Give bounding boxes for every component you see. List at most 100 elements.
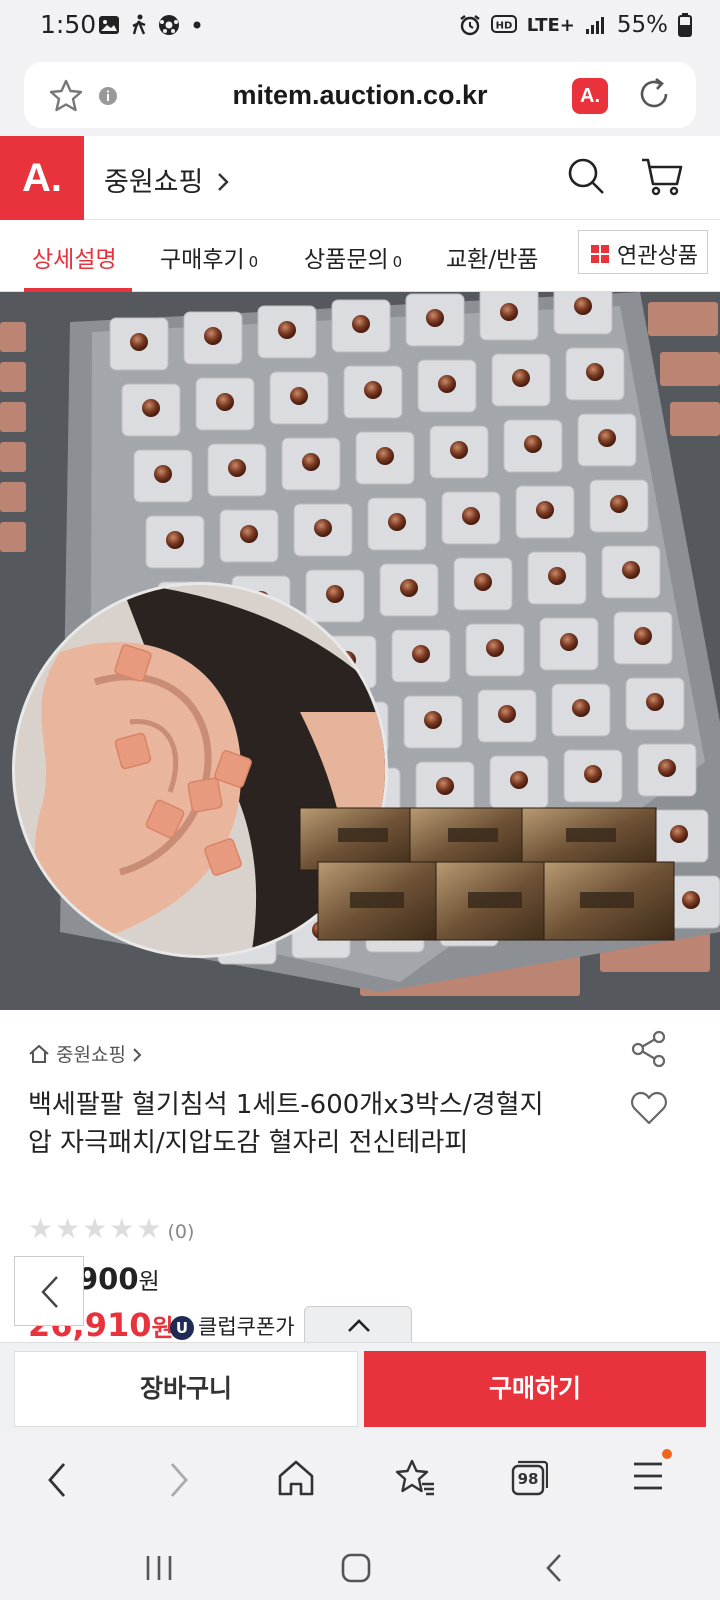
acupressure-bead — [584, 765, 602, 783]
acupressure-bead — [634, 627, 652, 645]
site-header: A. 중원쇼핑 — [0, 136, 720, 220]
recent-apps-icon[interactable] — [144, 1554, 174, 1582]
acupressure-bead — [412, 645, 430, 663]
tab-inquiries[interactable]: 상품문의 0 — [304, 240, 402, 274]
reload-icon[interactable] — [636, 76, 672, 112]
acupressure-bead — [462, 507, 480, 525]
acupressure-bead — [622, 561, 640, 579]
tab-count: 0 — [248, 253, 259, 271]
url-field[interactable]: mitem.auction.co.kr A. — [24, 62, 696, 128]
auction-logo[interactable]: A. — [0, 136, 84, 220]
original-price: 900원 — [78, 1262, 160, 1296]
acupressure-bead — [682, 891, 700, 909]
acupressure-bead — [352, 315, 370, 333]
heart-icon[interactable] — [630, 1090, 668, 1126]
rating-count: (0) — [167, 1221, 195, 1243]
status-time: 1:50 — [40, 10, 97, 39]
network-type: LTE+ — [526, 14, 575, 36]
chevron-left-icon — [41, 1276, 58, 1308]
purchase-bar: 장바구니 구매하기 — [0, 1342, 720, 1432]
shop-name-link[interactable]: 중원쇼핑 — [104, 160, 230, 199]
acupressure-bead — [560, 633, 578, 651]
acupressure-bead — [486, 639, 504, 657]
club-coupon-price[interactable]: U 클럽쿠폰가 — [170, 1311, 295, 1341]
acupressure-bead — [364, 381, 382, 399]
acupressure-bead — [436, 777, 454, 795]
tab-detail[interactable]: 상세설명 — [32, 240, 117, 274]
auction-extension-badge[interactable]: A. — [572, 78, 608, 114]
acupressure-bead — [474, 573, 492, 591]
related-products-button[interactable]: 연관상품 — [578, 230, 708, 274]
home-button-icon[interactable] — [340, 1552, 372, 1584]
floating-back-button[interactable] — [14, 1256, 84, 1326]
tab-label: 상세설명 — [32, 247, 117, 273]
home-icon[interactable] — [276, 1458, 316, 1498]
system-navigation-bar — [0, 1532, 720, 1600]
acupressure-bead — [574, 297, 592, 315]
acupressure-bead — [610, 495, 628, 513]
currency-unit: 원 — [138, 1269, 160, 1295]
shop-name: 중원쇼핑 — [104, 167, 204, 198]
battery-percent: 55% — [616, 12, 668, 38]
tab-count: 0 — [392, 253, 403, 271]
tab-reviews[interactable]: 구매후기 0 — [160, 240, 258, 274]
dot-icon — [193, 21, 201, 29]
related-products-label: 연관상품 — [617, 244, 698, 269]
acupressure-bead — [228, 459, 246, 477]
acupressure-bead — [426, 309, 444, 327]
acupressure-bead — [216, 393, 234, 411]
battery-icon — [678, 13, 692, 37]
rating: ★★★★★ (0) — [28, 1212, 194, 1245]
acupressure-bead — [204, 327, 222, 345]
coupon-badge: U — [170, 1316, 194, 1340]
chevron-right-icon — [218, 173, 229, 191]
product-tabs: 상세설명 구매후기 0 상품문의 0 교환/반품 연관상품 — [0, 220, 720, 292]
acupressure-bead — [130, 333, 148, 351]
acupressure-bead — [278, 321, 296, 339]
acupressure-bead — [290, 387, 308, 405]
cart-icon[interactable] — [640, 156, 684, 198]
share-icon[interactable] — [630, 1030, 668, 1068]
tab-label: 교환/반품 — [446, 247, 539, 273]
collapse-panel-tab[interactable] — [304, 1306, 412, 1344]
coupon-label: 클럽쿠폰가 — [198, 1315, 295, 1339]
search-icon[interactable] — [566, 156, 606, 196]
buy-now-button[interactable]: 구매하기 — [364, 1351, 706, 1427]
product-image[interactable] — [0, 292, 720, 1010]
acupressure-bead — [670, 825, 688, 843]
acupressure-bead — [302, 453, 320, 471]
acupressure-bead — [510, 771, 528, 789]
acupressure-bead — [598, 429, 616, 447]
product-photo-illustration — [0, 292, 720, 1010]
gallery-icon — [99, 16, 119, 34]
original-price-value: 900 — [78, 1262, 139, 1296]
acupressure-bead — [500, 303, 518, 321]
tabs-button[interactable]: 98 — [510, 1460, 548, 1496]
system-back-icon[interactable] — [540, 1552, 570, 1584]
acupressure-bead — [424, 711, 442, 729]
acupressure-bead — [512, 369, 530, 387]
browser-toolbar: 98 — [0, 1432, 720, 1542]
chevron-up-icon — [348, 1319, 370, 1332]
back-icon[interactable] — [40, 1460, 76, 1500]
acupressure-bead — [536, 501, 554, 519]
forward-icon[interactable] — [160, 1460, 196, 1500]
browser-address-bar: mitem.auction.co.kr A. — [0, 54, 720, 136]
tab-label: 상품문의 — [304, 247, 389, 273]
rating-stars: ★★★★★ — [28, 1212, 164, 1245]
tab-exchange-return[interactable]: 교환/반품 — [446, 240, 538, 274]
breadcrumb[interactable]: 중원쇼핑 — [28, 1040, 142, 1067]
acupressure-bead — [240, 525, 258, 543]
acupressure-bead — [326, 585, 344, 603]
acupressure-bead — [376, 447, 394, 465]
acupressure-bead — [586, 363, 604, 381]
menu-icon[interactable] — [630, 1446, 676, 1498]
hd-icon: HD — [490, 15, 517, 33]
tab-count: 98 — [517, 1470, 539, 1488]
acupressure-bead — [142, 399, 160, 417]
add-to-cart-button[interactable]: 장바구니 — [14, 1351, 358, 1427]
status-bar: 1:50 HD LTE+ 55% — [0, 0, 720, 54]
tab-label: 구매후기 — [160, 247, 245, 273]
walking-icon — [132, 14, 146, 35]
bookmarks-icon[interactable] — [394, 1458, 436, 1498]
